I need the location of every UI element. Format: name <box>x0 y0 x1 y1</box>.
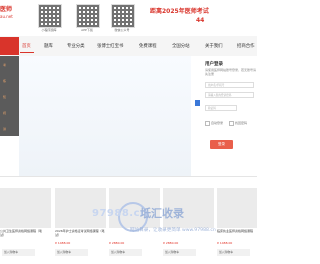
exam-title: 距离2025年医师考试 <box>150 8 209 15</box>
sidebar-item[interactable]: 练 <box>3 79 6 83</box>
nav-about[interactable]: 关于我们 <box>205 43 223 49</box>
product-image[interactable] <box>0 188 51 228</box>
add-to-cart-button[interactable]: 加入购物车 <box>2 249 35 256</box>
login-button[interactable]: 登录 <box>210 140 233 149</box>
product-price: ¥ 1488.00 <box>217 241 233 245</box>
app-caption: APP下载 <box>81 28 93 32</box>
auto-login-checkbox[interactable] <box>205 121 210 126</box>
section-divider <box>0 176 257 177</box>
login-title: 用户登录 <box>205 62 223 67</box>
watermark-name: 坻汇收录 <box>140 207 184 220</box>
add-to-cart-button[interactable]: 加入购物车 <box>55 249 88 256</box>
mini-program-caption: 小程序题库 <box>41 28 57 32</box>
category-menu-toggle[interactable] <box>0 37 19 55</box>
forgot-password-checkbox[interactable] <box>229 121 234 126</box>
password-input[interactable]: 请输入您的登录密码 <box>205 92 254 98</box>
nav-branches[interactable]: 全国分站 <box>172 43 190 49</box>
nav-active-indicator <box>20 52 34 53</box>
product-image[interactable] <box>217 188 257 228</box>
nav-free-courses[interactable]: 免费课程 <box>139 43 157 49</box>
mini-program-qr <box>38 4 62 28</box>
product-price: ¥ 2880.00 <box>109 241 125 245</box>
product-price: ¥ 2880.00 <box>163 241 179 245</box>
sidebar-item[interactable]: 讲 <box>3 127 6 131</box>
site-logo-domain: au.net <box>0 14 13 19</box>
sidebar-item[interactable]: 知 <box>3 95 6 99</box>
login-tip: 请使用医师网站账号登录，若无账号请先注册 <box>205 68 257 76</box>
auto-login-label: 自动登录 <box>211 121 224 125</box>
add-to-cart-button[interactable]: 加入购物车 <box>109 249 142 256</box>
main-banner[interactable] <box>19 56 191 176</box>
exam-countdown: 44 <box>196 17 205 24</box>
product-price: ¥ 1488.00 <box>55 241 71 245</box>
add-to-cart-button[interactable]: 加入购物车 <box>163 249 196 256</box>
watermark-subtitle: 网站目录，让收录更简单 www.97988.cn <box>130 228 216 233</box>
forgot-password-link[interactable]: 找回密码 <box>235 121 247 125</box>
nav-categories[interactable]: 专业分类 <box>67 43 85 49</box>
nav-home[interactable]: 首页 <box>22 43 31 49</box>
mini-program-qr-block: 小程序题库 <box>34 4 64 32</box>
nav-question-bank[interactable]: 题库 <box>44 43 53 49</box>
product-title[interactable]: 2026年护士资格证考试网络课程（笔试） <box>55 229 105 237</box>
add-to-cart-button[interactable]: 加入购物车 <box>217 249 250 256</box>
sidebar-item[interactable]: 视 <box>3 111 6 115</box>
captcha-input[interactable]: 验证码 <box>205 105 237 111</box>
app-qr <box>76 4 100 28</box>
username-input[interactable]: 用户名/手机号 <box>205 82 254 88</box>
wechat-qr-block: 微信公众号 <box>107 4 137 32</box>
app-qr-block: APP下载 <box>72 4 102 32</box>
product-title[interactable]: 公共卫生医师资格网络课程（笔试） <box>0 229 45 237</box>
product-title[interactable]: 临床执业医师资格网络课程 <box>217 229 257 233</box>
sidebar-item[interactable]: 考 <box>3 63 6 67</box>
nav-business[interactable]: 招商合作 <box>237 43 255 49</box>
wechat-qr <box>111 4 135 28</box>
nav-red-book[interactable]: 张博士红宝书 <box>97 43 123 49</box>
site-logo-text[interactable]: 医师 <box>0 6 12 13</box>
wechat-caption: 微信公众号 <box>114 28 130 32</box>
